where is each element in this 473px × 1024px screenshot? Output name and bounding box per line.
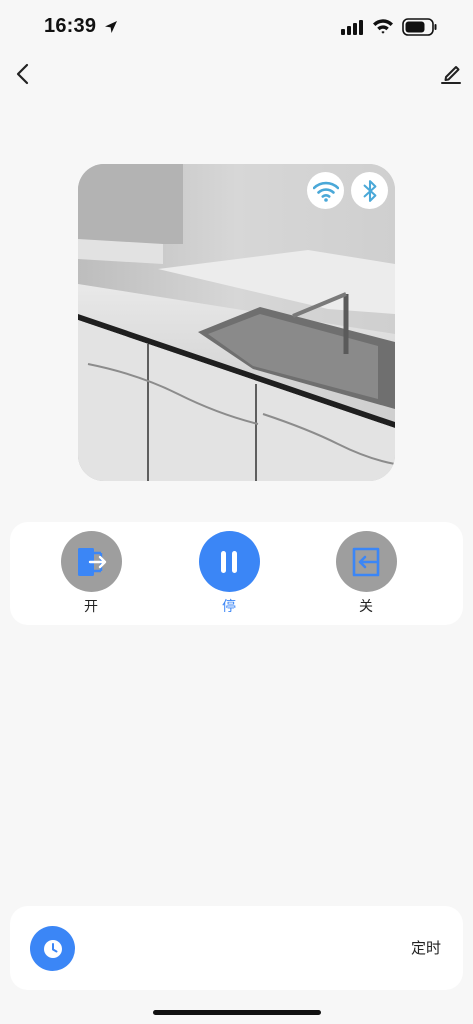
open-control[interactable]: 开 <box>60 531 122 621</box>
bluetooth-connection-badge <box>351 172 388 209</box>
pause-button[interactable] <box>198 531 260 592</box>
timer-label: 定时 <box>410 939 441 957</box>
device-image <box>78 164 395 481</box>
close-control[interactable]: 关 <box>335 531 397 621</box>
door-open-icon <box>78 547 107 576</box>
cellular-signal-icon <box>341 20 363 35</box>
edit-button[interactable] <box>437 60 465 88</box>
pause-icon <box>221 550 237 573</box>
timer-row[interactable]: 定时 <box>10 906 463 990</box>
status-bar: 16:39 <box>0 0 473 56</box>
pencil-icon <box>441 66 461 84</box>
wifi-icon <box>373 19 393 34</box>
clock-icon <box>43 939 62 958</box>
timer-icon-button[interactable] <box>30 926 75 971</box>
pause-control[interactable]: 停 <box>198 531 260 621</box>
location-arrow-icon <box>105 21 117 33</box>
wifi-icon <box>312 181 339 202</box>
bluetooth-icon <box>363 179 376 202</box>
wifi-connection-badge <box>307 172 344 209</box>
close-button[interactable] <box>335 531 397 592</box>
status-time: 16:39 <box>44 15 97 37</box>
chevron-left-icon <box>16 63 29 85</box>
close-label: 关 <box>359 599 373 615</box>
pause-label: 停 <box>222 599 236 615</box>
back-button[interactable] <box>10 60 38 88</box>
battery-icon <box>402 18 437 36</box>
open-label: 开 <box>84 599 98 615</box>
control-card: 开 停 关 <box>10 522 463 625</box>
kitchen-countertop-sink-photo <box>78 164 395 481</box>
home-indicator[interactable] <box>153 1010 321 1015</box>
door-close-icon <box>352 547 380 576</box>
device-control-screen: 16:39 开 停 关 定时 <box>0 0 473 1024</box>
open-button[interactable] <box>60 531 122 592</box>
